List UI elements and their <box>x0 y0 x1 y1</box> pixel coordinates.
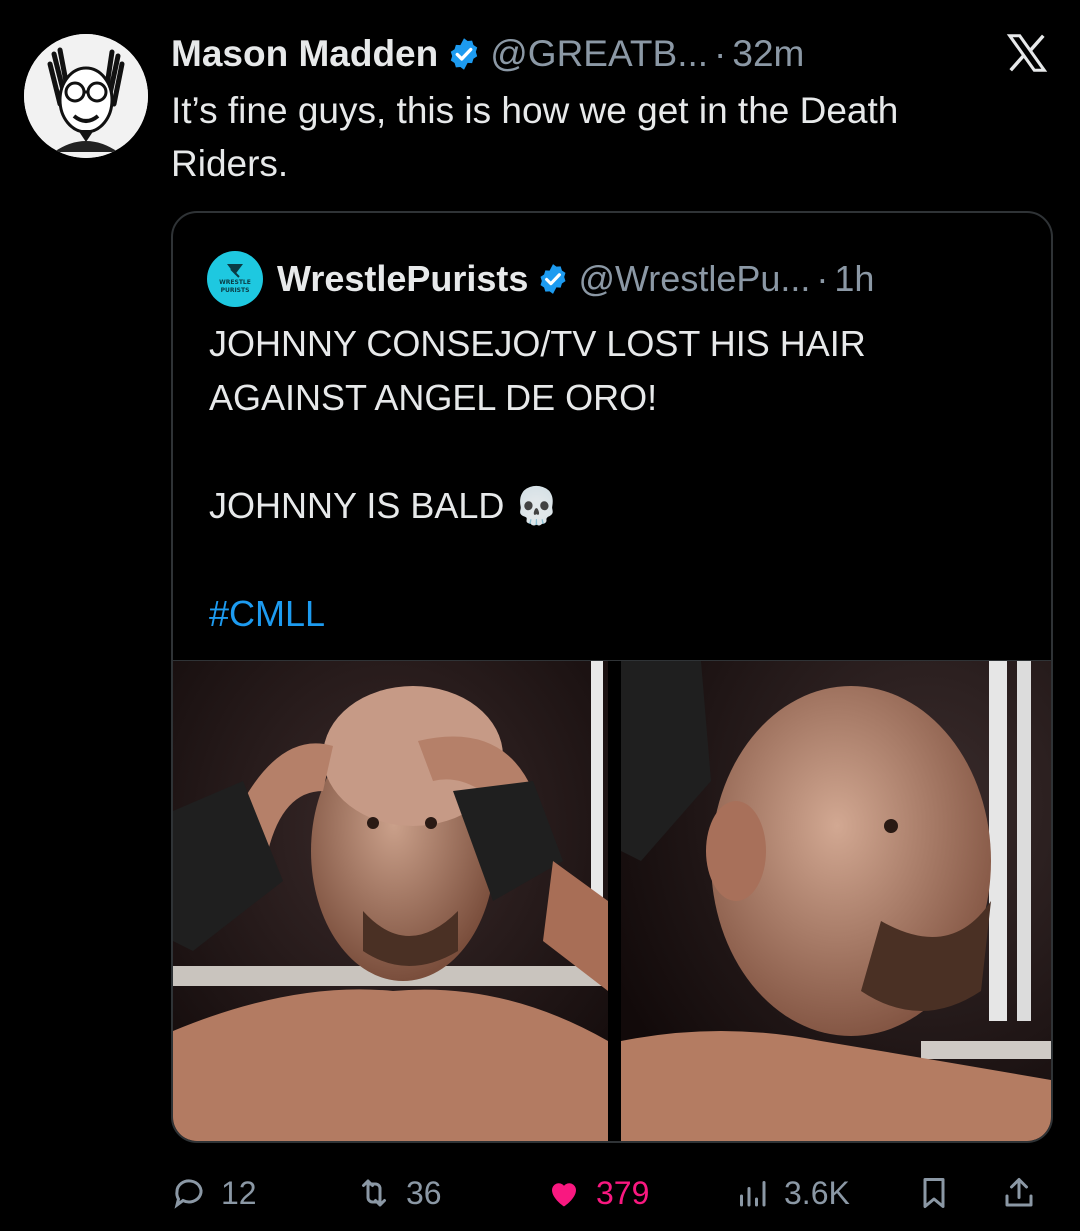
tweet-text-line: Riders. <box>171 143 289 184</box>
repost-count: 36 <box>406 1174 442 1211</box>
tweet-text: It’s fine guys, this is how we get in th… <box>171 84 1061 190</box>
tweet-time[interactable]: 32m <box>732 33 804 75</box>
verified-badge-icon <box>451 38 478 70</box>
author-name[interactable]: Mason Madden <box>171 33 438 75</box>
quoted-avatar-text: PURISTS <box>220 287 250 294</box>
repost-button[interactable]: 36 <box>356 1165 442 1221</box>
quoted-text-line: AGAINST ANGEL DE ORO! <box>209 377 658 418</box>
action-bar: 12 36 379 3.6K <box>171 1165 1060 1221</box>
quoted-tweet[interactable]: WRESTLE PURISTS WrestlePurists @WrestleP… <box>171 211 1053 1143</box>
share-button[interactable] <box>1001 1165 1051 1221</box>
quoted-text-line: JOHNNY CONSEJO/TV LOST HIS HAIR <box>209 323 866 364</box>
tweet-text-line: It’s fine guys, this is how we get in th… <box>171 90 899 131</box>
quoted-name[interactable]: WrestlePurists <box>277 258 528 300</box>
media-image[interactable] <box>173 661 608 1141</box>
quoted-text: JOHNNY CONSEJO/TV LOST HIS HAIR AGAINST … <box>209 317 1009 641</box>
bookmark-button[interactable] <box>916 1165 966 1221</box>
reply-button[interactable]: 12 <box>171 1165 257 1221</box>
quoted-time[interactable]: 1h <box>834 258 874 300</box>
media-image[interactable] <box>621 661 1051 1141</box>
quoted-text-line: JOHNNY IS BALD 💀 <box>209 485 560 526</box>
quoted-header: WrestlePurists @WrestlePu... · 1h <box>277 251 1031 307</box>
quoted-avatar-text: WRESTLE <box>219 279 251 286</box>
separator-dot: · <box>816 258 829 299</box>
hashtag-link[interactable]: #CMLL <box>209 587 1009 641</box>
author-avatar[interactable] <box>24 34 148 158</box>
like-count: 379 <box>596 1174 650 1211</box>
reply-icon <box>174 1179 203 1209</box>
views-button[interactable]: 3.6K <box>734 1165 850 1221</box>
separator-dot: · <box>714 33 727 74</box>
tweet-header: Mason Madden @GREATB... · 32m <box>171 30 1060 78</box>
x-logo-icon[interactable] <box>1004 30 1050 76</box>
quoted-avatar[interactable]: WRESTLE PURISTS <box>207 251 263 307</box>
bookmark-icon <box>923 1178 945 1208</box>
like-button[interactable]: 379 <box>546 1165 649 1221</box>
repost-icon <box>362 1179 386 1207</box>
verified-badge-icon <box>540 264 566 294</box>
like-icon <box>552 1183 576 1207</box>
media-grid <box>173 660 1051 1141</box>
author-handle[interactable]: @GREATB... <box>490 33 708 75</box>
views-icon <box>740 1181 766 1207</box>
reply-count: 12 <box>221 1174 257 1211</box>
quoted-handle[interactable]: @WrestlePu... <box>578 258 810 300</box>
share-icon <box>1005 1178 1033 1207</box>
views-count: 3.6K <box>784 1174 850 1211</box>
